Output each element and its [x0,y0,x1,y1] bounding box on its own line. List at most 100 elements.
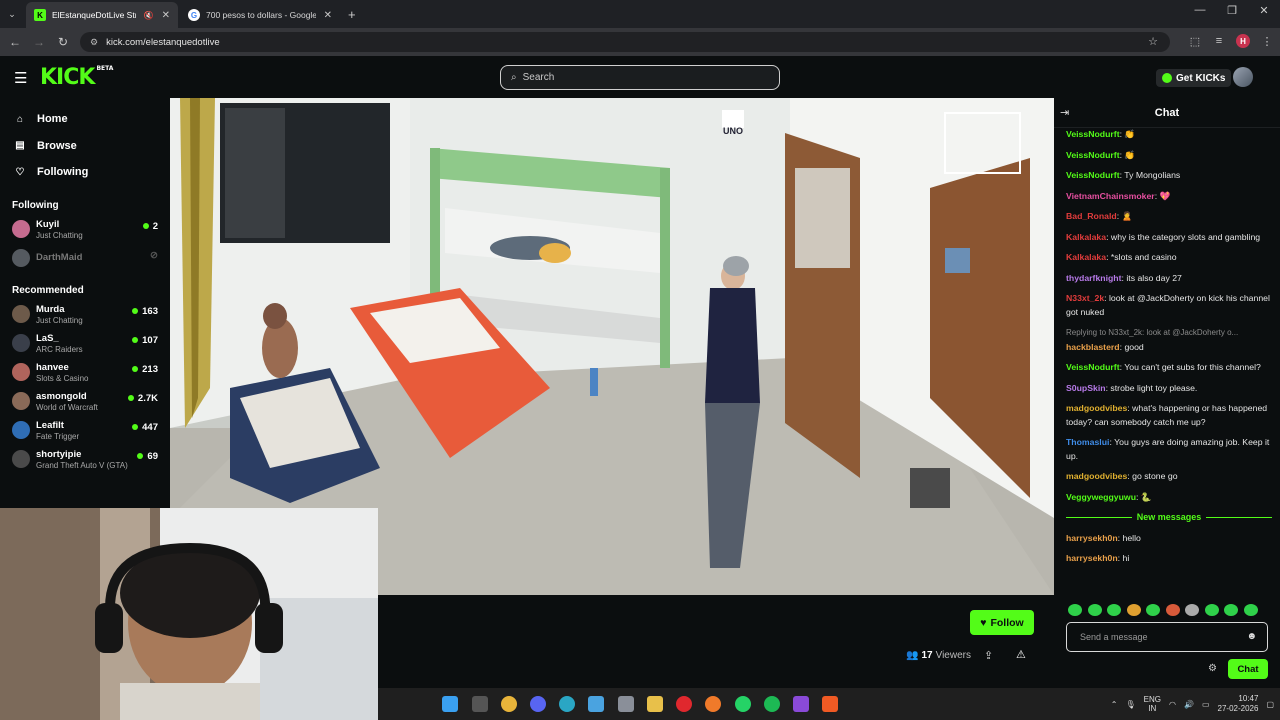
chat-username[interactable]: Kalkalaka [1066,252,1106,262]
chat-input[interactable]: Send a message ☻ [1066,622,1268,652]
channel-kuyil[interactable]: Kuyil Just Chatting 2 [0,215,170,244]
emoji-picker-icon[interactable]: ☻ [1246,631,1257,642]
nav-home[interactable]: ⌂ Home [0,106,170,133]
viewer-count: 163 [132,306,158,317]
close-window-icon[interactable]: ✕ [1248,4,1280,17]
chrome-icon[interactable] [501,696,517,712]
chat-username[interactable]: harrysekh0n [1066,533,1118,543]
address-bar: ← → ↻ ⚙ kick.com/elestanquedotlive ☆ ⬚ ≡… [0,28,1280,56]
brave-icon[interactable] [822,696,838,712]
quick-emote-icon[interactable] [1243,604,1258,616]
chat-username[interactable]: Veggyweggyuwu [1066,492,1136,502]
chat-username[interactable]: Thomaslui [1066,437,1109,447]
chat-username[interactable]: VietnamChainsmoker [1066,191,1155,201]
chat-username[interactable]: VeissNodurft [1066,170,1120,180]
chat-username[interactable]: Bad_Ronald [1066,211,1117,221]
channel-leafilt[interactable]: Leafilt Fate Trigger 447 [0,416,170,445]
edge-icon[interactable] [559,696,575,712]
nav-following[interactable]: ♡ Following [0,159,170,186]
chat-username[interactable]: VeissNodurft [1066,362,1120,372]
share-icon[interactable]: ⇪ [984,649,993,662]
chat-username[interactable]: thydarfknight [1066,273,1122,283]
chat-username[interactable]: madgoodvibes [1066,471,1127,481]
opera-icon[interactable] [676,696,692,712]
firefox-icon[interactable] [705,696,721,712]
tray-overflow-icon[interactable]: ⌃ [1111,700,1118,709]
language-indicator[interactable]: ENG IN [1144,695,1161,713]
new-messages-divider[interactable]: New messages [1066,511,1272,525]
battery-icon[interactable]: ▭ [1202,700,1210,709]
channel-darthmaid[interactable]: DarthMaid ⊘ [0,244,170,273]
mic-icon[interactable]: 🎙 [1126,700,1136,709]
tab-google[interactable]: G 700 pesos to dollars - Google S ✕ [180,2,340,28]
menu-icon[interactable]: ⋮ [1260,35,1274,48]
hamburger-menu-icon[interactable]: ☰ [14,69,27,87]
send-chat-button[interactable]: Chat [1228,659,1268,679]
chat-username[interactable]: VeissNodurft [1066,129,1120,139]
channel-las[interactable]: LaS_ ARC Raiders 107 [0,329,170,358]
report-icon[interactable]: ⚠ [1016,648,1026,661]
profile-avatar[interactable]: H [1236,34,1250,48]
notification-icon[interactable]: ▢ [1266,700,1274,709]
extensions-icon[interactable]: ⬚ [1188,35,1202,48]
close-tab-icon[interactable]: ✕ [162,10,170,21]
follow-button[interactable]: ♥ Follow [970,610,1034,635]
windows-start-icon[interactable] [442,696,458,712]
chat-message: Kalkalaka: why is the category slots and… [1066,231,1272,245]
discord-icon[interactable] [530,696,546,712]
channel-murda[interactable]: Murda Just Chatting 163 [0,300,170,329]
chat-username[interactable]: madgoodvibes [1066,403,1127,413]
bookmark-star-icon[interactable]: ☆ [1148,35,1158,48]
channel-hanvee[interactable]: hanvee Slots & Casino 213 [0,358,170,387]
quick-emote-icon[interactable] [1165,604,1180,616]
restore-icon[interactable]: ❐ [1216,4,1248,17]
volume-icon[interactable]: 🔊 [1184,700,1194,709]
forward-icon[interactable]: → [27,35,51,49]
chat-username[interactable]: harrysekh0n [1066,553,1118,563]
spotify-icon[interactable] [764,696,780,712]
back-icon[interactable]: ← [3,35,27,49]
site-info-icon[interactable]: ⚙ [90,37,98,48]
get-kicks-button[interactable]: Get KICKs [1156,69,1232,87]
media-icon[interactable]: ≡ [1212,35,1226,47]
system-tray: ⌃ 🎙 ENG IN ◠ 🔊 ▭ 10:47 27-02-2026 ▢ [1111,694,1274,714]
close-tab-icon[interactable]: ✕ [324,10,332,21]
mute-icon[interactable]: 🔇 [144,11,154,20]
quick-emote-icon[interactable] [1204,604,1219,616]
url-field[interactable]: ⚙ kick.com/elestanquedotlive ☆ [80,32,1170,52]
new-tab-button[interactable]: + [348,7,356,22]
wifi-icon[interactable]: ◠ [1169,700,1176,709]
chat-username[interactable]: hackblasterd [1066,342,1120,352]
quick-emote-icon[interactable] [1126,604,1141,616]
quick-emote-icon[interactable] [1224,604,1238,616]
kick-logo[interactable]: KICK BETA [40,65,113,90]
chat-settings-gear-icon[interactable]: ⚙ [1208,663,1217,674]
channel-asmongold[interactable]: asmongold World of Warcraft 2.7K [0,387,170,416]
tab-search-icon[interactable]: ⌄ [0,9,24,20]
clock[interactable]: 10:47 27-02-2026 [1218,694,1259,714]
quick-emote-icon[interactable] [1185,604,1199,616]
chat-username[interactable]: Kalkalaka [1066,232,1106,242]
store-icon[interactable] [588,696,604,712]
user-avatar[interactable] [1233,67,1253,87]
whatsapp-icon[interactable] [735,696,751,712]
chat-message: N33xt_2k: look at @JackDoherty on kick h… [1066,292,1272,319]
quick-emote-icon[interactable] [1087,604,1102,616]
minimize-icon[interactable]: — [1184,4,1216,17]
task-view-icon[interactable] [472,696,488,712]
quick-emote-icon[interactable] [1107,604,1121,616]
chat-username[interactable]: VeissNodurft [1066,150,1120,160]
search-input[interactable]: ⌕ Search [500,65,780,90]
file-explorer-icon[interactable] [647,696,663,712]
nav-browse[interactable]: ▤ Browse [0,133,170,160]
quick-emote-icon[interactable] [1068,604,1082,616]
app-icon[interactable] [618,696,634,712]
app2-icon[interactable] [793,696,809,712]
channel-shortyipie[interactable]: shortyipie Grand Theft Auto V (GTA) 69 [0,445,170,474]
reload-icon[interactable]: ↻ [51,35,75,49]
tab-kick[interactable]: K ElEstanqueDotLive Stream 🔇 ✕ [26,2,178,28]
chat-username[interactable]: S0upSkin [1066,383,1106,393]
chat-username[interactable]: N33xt_2k [1066,293,1104,303]
live-dot-icon [132,366,139,372]
quick-emote-icon[interactable] [1146,604,1160,616]
